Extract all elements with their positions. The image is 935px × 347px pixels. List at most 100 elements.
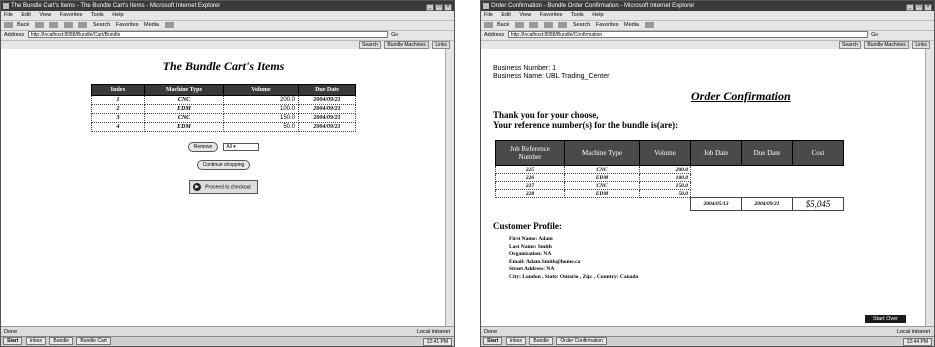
blank-cell [793, 182, 844, 190]
links-bundle-machines[interactable]: Bundle Machines [864, 41, 909, 49]
first-name: First Name: Adam [509, 236, 553, 242]
menu-favorites[interactable]: Favorites [60, 12, 83, 18]
menu-help[interactable]: Help [112, 12, 123, 18]
go-button[interactable]: Go [391, 31, 398, 40]
refresh-icon[interactable] [543, 21, 553, 28]
row-machine: CNC [144, 95, 224, 105]
links-bundle-machines[interactable]: Bundle Machines [384, 41, 429, 49]
menu-view[interactable]: View [519, 12, 531, 18]
menu-help[interactable]: Help [592, 12, 603, 18]
start-over-button[interactable]: Start Over [864, 315, 906, 323]
menu-view[interactable]: View [39, 12, 51, 18]
start-button[interactable]: Start [483, 337, 503, 345]
blank-cell [565, 198, 640, 211]
minimize-button[interactable]: _ [426, 4, 434, 11]
forward-icon[interactable] [34, 21, 44, 28]
taskbar-item[interactable]: Order Confirmation [556, 337, 607, 345]
menu-bar: File Edit View Favorites Tools Help [1, 11, 454, 21]
table-header: Job Reference Number Machine Type Volume… [495, 140, 844, 166]
menu-file[interactable]: File [4, 12, 13, 18]
ie-icon [3, 3, 9, 9]
order-table: Job Reference Number Machine Type Volume… [495, 140, 844, 211]
menu-tools[interactable]: Tools [571, 12, 584, 18]
back-button[interactable]: Back [17, 21, 29, 30]
column-header: Volume [639, 140, 691, 166]
menu-edit[interactable]: Edit [501, 12, 510, 18]
taskbar-item[interactable]: Bundle [49, 337, 73, 345]
media-button[interactable]: Media [144, 21, 159, 30]
column-header: Job Date [690, 140, 742, 166]
minimize-button[interactable]: _ [906, 4, 914, 11]
back-icon[interactable] [484, 21, 493, 28]
table-row: 225 CNC 200.0 [495, 165, 844, 174]
stop-icon[interactable] [49, 21, 59, 28]
status-text: Done [4, 329, 18, 335]
forward-icon[interactable] [514, 21, 524, 28]
back-button[interactable]: Back [497, 21, 509, 30]
home-icon[interactable] [558, 21, 568, 28]
row-machine: EDM [564, 189, 640, 198]
window-title: The Bundle Cart's Items - The Bundle Car… [11, 3, 221, 9]
taskbar-item[interactable]: Bundle [529, 337, 553, 345]
continue-shopping-button[interactable]: Continue shopping [196, 160, 251, 170]
address-bar: Address http://localhost:8088/Bundle/Con… [481, 31, 934, 41]
taskbar-item[interactable]: Bundle Cart [76, 337, 111, 345]
menu-bar: File Edit View Favorites Tools Help [481, 11, 934, 21]
item-select[interactable]: All ▾ [223, 143, 260, 151]
business-info: Business Number: 1 Business Name: UBL Tr… [493, 65, 926, 81]
menu-file[interactable]: File [484, 12, 493, 18]
close-button[interactable]: × [924, 4, 932, 11]
taskbar: Start Inbox Bundle Order Confirmation 12… [481, 336, 934, 346]
toolbar: Back Search Favorites Media [481, 21, 934, 31]
favorites-button[interactable]: Favorites [116, 21, 139, 30]
row-volume: 100.0 [223, 104, 299, 114]
total-cost: $5,045 [792, 197, 844, 211]
address-input[interactable]: http://localhost:8088/Bundle/Confirmatio… [507, 31, 868, 39]
links-search[interactable]: Search [359, 41, 381, 49]
menu-edit[interactable]: Edit [21, 12, 30, 18]
back-icon[interactable] [4, 21, 13, 28]
row-index: 2 [91, 104, 145, 114]
favorites-button[interactable]: Favorites [596, 21, 619, 30]
window-title: Order Confirmation - Bundle Order Confir… [491, 3, 695, 9]
title-bar: The Bundle Cart's Items - The Bundle Car… [1, 1, 454, 11]
taskbar-item[interactable]: Inbox [505, 337, 527, 345]
row-ref: 226 [495, 173, 565, 182]
clock: 12:41 PM [422, 338, 452, 346]
refresh-icon[interactable] [63, 21, 73, 28]
maximize-button[interactable]: □ [915, 4, 923, 11]
menu-favorites[interactable]: Favorites [540, 12, 563, 18]
start-button[interactable]: Start [3, 337, 23, 345]
row-machine: EDM [564, 173, 640, 182]
history-icon[interactable] [644, 21, 654, 28]
maximize-button[interactable]: □ [435, 4, 443, 11]
remove-button[interactable]: Remove [187, 142, 219, 152]
row-volume: 50.0 [223, 122, 299, 132]
row-date: 2004/09/21 [298, 104, 356, 114]
address-input[interactable]: http://localhost:8088/Bundle/Cart/Bundle [27, 31, 388, 39]
history-icon[interactable] [164, 21, 174, 28]
links-links[interactable]: Links [912, 41, 930, 49]
menu-tools[interactable]: Tools [91, 12, 104, 18]
links-links[interactable]: Links [432, 41, 450, 49]
media-button[interactable]: Media [624, 21, 639, 30]
row-volume: 50.0 [639, 189, 691, 198]
row-machine: CNC [144, 113, 224, 123]
blank-cell [742, 190, 793, 198]
vertical-scrollbar[interactable] [925, 49, 934, 327]
address-bar: Address http://localhost:8088/Bundle/Car… [1, 31, 454, 41]
go-button[interactable]: Go [871, 31, 878, 40]
street-address: Street Address: NA [509, 266, 555, 272]
search-button[interactable]: Search [93, 21, 110, 30]
proceed-to-checkout-button[interactable]: ▶ Proceed to checkout [189, 180, 258, 194]
links-search[interactable]: Search [839, 41, 861, 49]
search-button[interactable]: Search [573, 21, 590, 30]
vertical-scrollbar[interactable] [445, 49, 454, 327]
close-button[interactable]: × [444, 4, 452, 11]
taskbar-item[interactable]: Inbox [25, 337, 47, 345]
last-name: Last Name: Smith [509, 243, 552, 250]
column-header: Job Reference Number [495, 140, 565, 166]
chevron-down-icon: ▾ [233, 144, 236, 150]
stop-icon[interactable] [529, 21, 539, 28]
home-icon[interactable] [78, 21, 88, 28]
